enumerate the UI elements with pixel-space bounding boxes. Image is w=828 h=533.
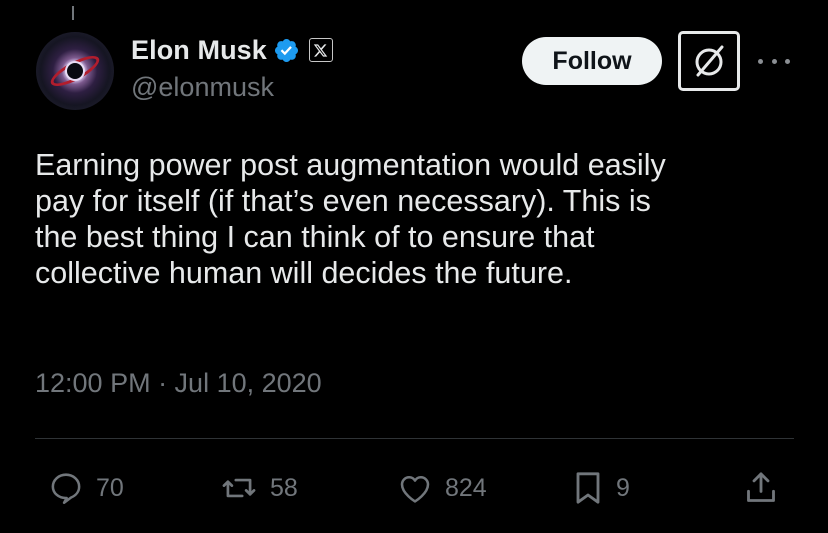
more-options-button[interactable] xyxy=(758,47,790,75)
tweet-text: Earning power post augmentation would ea… xyxy=(35,148,666,290)
avatar-core xyxy=(67,63,83,79)
more-dot-icon xyxy=(771,58,777,64)
thread-connector-line xyxy=(72,6,74,20)
author-display-name[interactable]: Elon Musk xyxy=(131,35,267,66)
grok-icon[interactable] xyxy=(678,31,740,91)
reply-button[interactable]: 70 xyxy=(44,469,124,507)
author-handle[interactable]: @elonmusk xyxy=(131,72,274,103)
like-button[interactable]: 824 xyxy=(393,469,487,507)
grok-slash-circle-icon xyxy=(695,45,724,77)
repost-icon xyxy=(222,478,256,498)
author-name-row: Elon Musk xyxy=(131,33,333,67)
follow-button[interactable]: Follow xyxy=(522,37,662,85)
reply-icon xyxy=(51,473,81,504)
bookmark-icon xyxy=(576,472,600,504)
avatar[interactable] xyxy=(36,32,114,110)
repost-button[interactable]: 58 xyxy=(216,469,298,507)
bookmark-button[interactable]: 9 xyxy=(568,469,630,507)
verified-badge-icon[interactable] xyxy=(273,37,300,64)
repost-count: 58 xyxy=(270,473,298,502)
bookmark-count: 9 xyxy=(616,473,630,502)
like-count: 824 xyxy=(445,473,487,502)
reply-count: 70 xyxy=(96,473,124,502)
more-dot-icon xyxy=(785,58,790,64)
x-logo-icon[interactable] xyxy=(308,38,333,62)
tweet-timestamp[interactable]: 12:00 PM · Jul 10, 2020 xyxy=(35,368,322,399)
more-dot-icon xyxy=(758,58,763,64)
divider xyxy=(35,438,794,439)
share-button[interactable] xyxy=(740,469,782,507)
heart-icon xyxy=(400,475,430,503)
share-icon xyxy=(747,472,775,502)
